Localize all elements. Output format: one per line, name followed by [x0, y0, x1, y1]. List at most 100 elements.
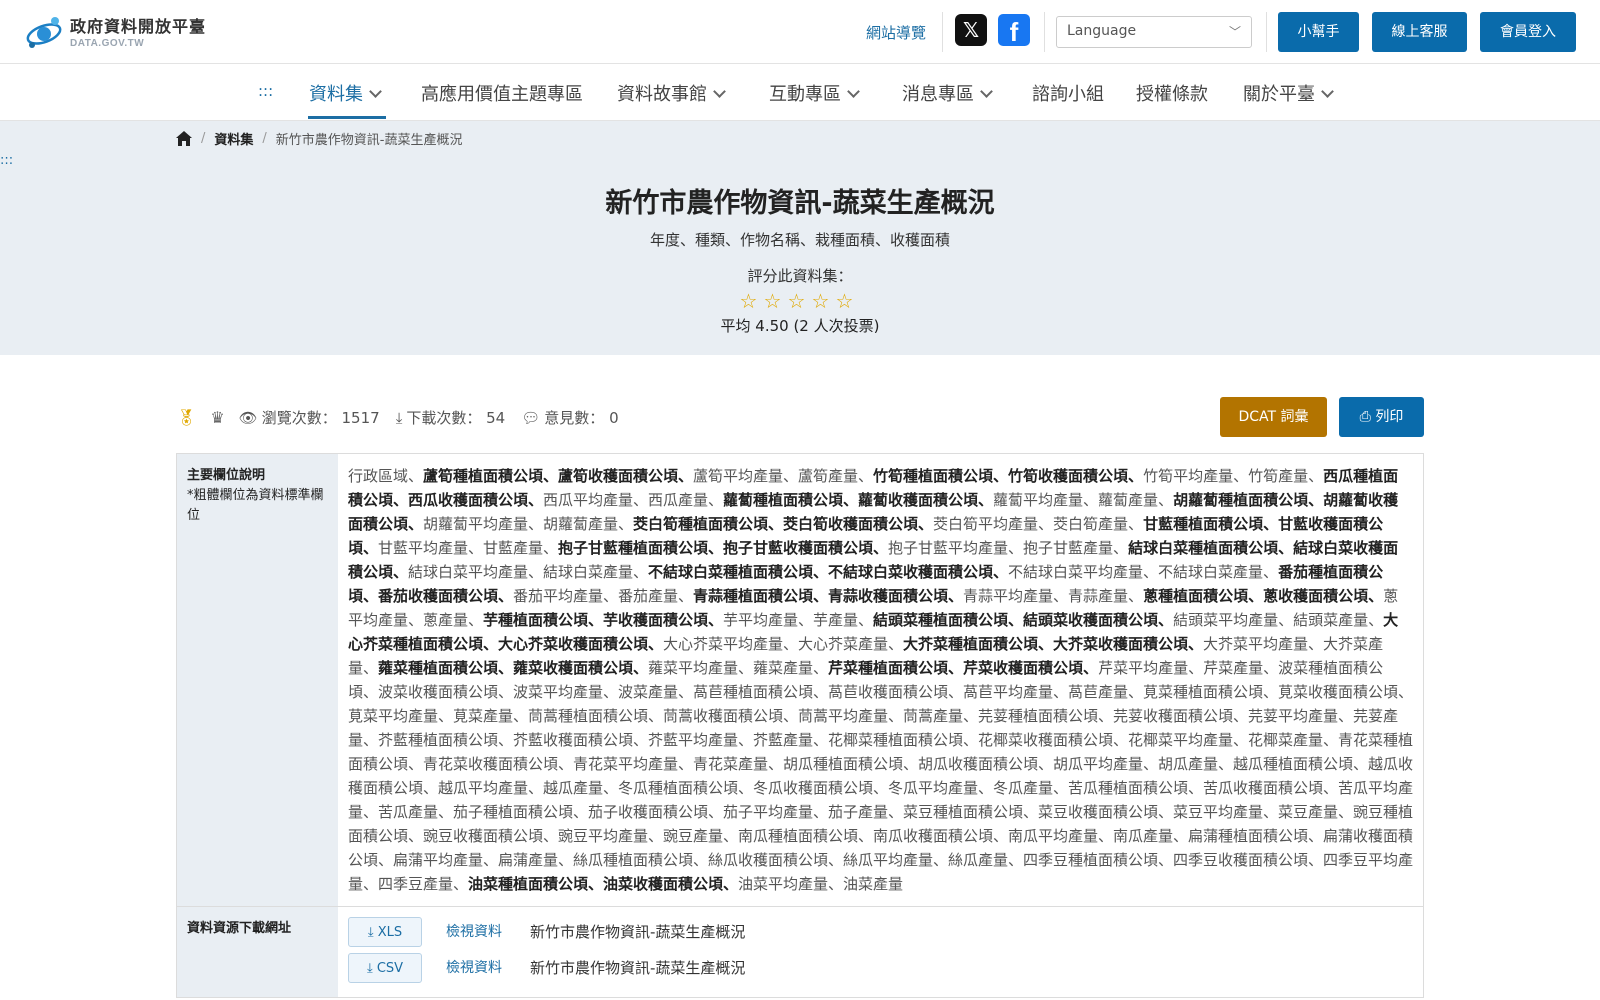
field: 不結球白菜平均產量、不結球白菜產量、 — [1008, 563, 1279, 581]
fields-head-label: 主要欄位說明 — [187, 468, 266, 483]
field: 甘藍平均產量、甘藍產量、 — [378, 539, 559, 557]
x-logo-icon[interactable]: 𝕏 — [955, 14, 987, 46]
star-icon[interactable]: ☆ — [738, 289, 759, 313]
chevron-down-icon — [847, 85, 860, 98]
crown-icon: ♛ — [210, 408, 225, 427]
standard-field: 竹筍種植面積公頃、竹筍收穫面積公頃、 — [873, 467, 1144, 485]
format-label: XLS — [377, 925, 403, 940]
star-icon[interactable]: ☆ — [786, 289, 807, 313]
page-title: 新竹市農作物資訊-蔬菜生產概況 — [605, 188, 995, 219]
nav-skip-anchor[interactable]: ::: — [258, 82, 273, 100]
download-xls-button[interactable]: ⤓ XLS — [348, 917, 422, 947]
chevron-down-icon — [713, 85, 726, 98]
language-select[interactable]: Language ﹀ — [1056, 16, 1252, 48]
field: 芋平均產量、芋產量、 — [723, 611, 874, 629]
main-nav: ::: 資料集 高應用價值主題專區 資料故事館 互動專區 消息專區 諮詢小組 授… — [0, 64, 1600, 121]
helper-button[interactable]: 小幫手 — [1278, 12, 1359, 52]
standard-field: 芹菜種植面積公頃、芹菜收穫面積公頃、 — [828, 659, 1099, 677]
fields-list: 行政區域、蘆筍種植面積公頃、蘆筍收穫面積公頃、蘆筍平均產量、蘆筍產量、竹筍種植面… — [338, 454, 1423, 906]
standard-field: 茭白筍種植面積公頃、茭白筍收穫面積公頃、 — [633, 515, 934, 533]
downloads-count: 54 — [486, 408, 506, 427]
standard-field: 抱子甘藍種植面積公頃、抱子甘藍收穫面積公頃、 — [558, 539, 889, 557]
breadcrumb-separator: / — [262, 131, 267, 146]
comments-count: 0 — [609, 408, 619, 427]
nav-item-about[interactable]: 關於平臺 — [1243, 80, 1334, 106]
field: 抱子甘藍平均產量、抱子甘藍產量、 — [888, 539, 1129, 557]
facebook-icon[interactable]: f — [998, 14, 1030, 46]
standard-field: 蘆筍種植面積公頃、蘆筍收穫面積公頃、 — [423, 467, 694, 485]
nav-label: 高應用價值主題專區 — [421, 84, 583, 105]
nav-label: 授權條款 — [1136, 84, 1208, 105]
online-support-button[interactable]: 線上客服 — [1372, 12, 1467, 52]
table-row: 主要欄位說明 *粗體欄位為資料標準欄位 行政區域、蘆筍種植面積公頃、蘆筍收穫面積… — [177, 454, 1423, 907]
logo-icon — [26, 17, 62, 48]
comments-icon: 💬︎ — [521, 408, 541, 427]
logo-title: 政府資料開放平臺 — [70, 17, 207, 36]
nav-label: 互動專區 — [769, 84, 841, 105]
language-value: Language — [1067, 23, 1137, 39]
dataset-info-table: 主要欄位說明 *粗體欄位為資料標準欄位 行政區域、蘆筍種植面積公頃、蘆筍收穫面積… — [176, 453, 1424, 998]
breadcrumb-datasets[interactable]: 資料集 — [214, 129, 253, 148]
dataset-hero: / 資料集 / 新竹市農作物資訊-蔬菜生產概況 ::: 新竹市農作物資訊-蔬菜生… — [0, 121, 1600, 355]
dcat-button[interactable]: DCAT 詞彙 — [1220, 397, 1327, 437]
chevron-down-icon — [1321, 85, 1334, 98]
field: 茭白筍平均產量、茭白筍產量、 — [933, 515, 1144, 533]
field: 胡蘿蔔平均產量、胡蘿蔔產量、 — [423, 515, 634, 533]
dataset-stats: 🏅︎ ♛ 👁︎ 瀏覽次數： 1517 ⤓ 下載次數： 54 💬︎ 意見數： 0 — [176, 407, 635, 428]
print-button[interactable]: ⎙ 列印 — [1339, 397, 1424, 437]
standard-field: 蔥種植面積公頃、蔥收穫面積公頃、 — [1143, 587, 1384, 605]
nav-item-stories[interactable]: 資料故事館 — [617, 80, 726, 106]
views-stat: 👁︎ 瀏覽次數： 1517 — [239, 407, 380, 428]
view-data-link[interactable]: 檢視資料 — [446, 956, 526, 980]
comments-stat: 💬︎ 意見數： 0 — [521, 407, 618, 428]
site-header: 政府資料開放平臺 DATA.GOV.TW 網站導覽 𝕏 f Language ﹀… — [0, 0, 1600, 64]
star-icon[interactable]: ☆ — [810, 289, 831, 313]
nav-item-datasets[interactable]: 資料集 — [309, 80, 382, 106]
comments-label: 意見數： — [544, 409, 605, 427]
nav-item-advisory[interactable]: 諮詢小組 — [1032, 80, 1104, 106]
standard-field: 大芥菜種植面積公頃、大芥菜收穫面積公頃、 — [903, 635, 1204, 653]
nav-label: 資料集 — [309, 84, 363, 105]
header-divider — [1266, 12, 1267, 52]
eye-icon: 👁︎ — [238, 408, 258, 427]
nav-item-interactive[interactable]: 互動專區 — [769, 80, 860, 106]
download-item: ⤓ CSV 檢視資料 新竹市農作物資訊-蔬菜生產概況 — [348, 951, 1413, 985]
dataset-keywords: 年度、種類、作物名稱、栽種面積、收穫面積 — [649, 231, 950, 249]
views-label: 瀏覽次數： — [261, 409, 337, 427]
resource-name: 新竹市農作物資訊-蔬菜生產概況 — [530, 923, 746, 941]
field: 芹菜平均產量、芹菜產量、波菜種植面積公頃、波菜收穫面積公頃、波菜平均產量、波菜產… — [348, 659, 1414, 893]
nav-item-high-value[interactable]: 高應用價值主題專區 — [421, 80, 583, 106]
field: 蘆筍平均產量、蘆筍產量、 — [693, 467, 874, 485]
breadcrumb-current: 新竹市農作物資訊-蔬菜生產概況 — [275, 133, 463, 148]
member-login-button[interactable]: 會員登入 — [1480, 12, 1576, 52]
star-icon[interactable]: ☆ — [834, 289, 855, 313]
standard-field: 芋種植面積公頃、芋收穫面積公頃、 — [483, 611, 724, 629]
standard-field: 青蒜種植面積公頃、青蒜收穫面積公頃、 — [693, 587, 964, 605]
logo-subtitle: DATA.GOV.TW — [70, 38, 145, 49]
nav-label: 關於平臺 — [1243, 84, 1315, 105]
home-icon[interactable] — [176, 131, 192, 146]
field: 結球白菜平均產量、結球白菜產量、 — [408, 563, 649, 581]
site-logo[interactable]: 政府資料開放平臺 DATA.GOV.TW — [24, 12, 206, 50]
print-label: 列印 — [1375, 409, 1404, 425]
view-data-link[interactable]: 檢視資料 — [446, 920, 526, 944]
format-label: CSV — [376, 961, 404, 976]
field: 青蒜平均產量、青蒜產量、 — [963, 587, 1144, 605]
download-icon: ⤓ — [367, 925, 374, 940]
rating-stars: ☆ ☆ ☆ ☆ ☆ — [738, 289, 858, 313]
nav-item-license[interactable]: 授權條款 — [1136, 80, 1208, 106]
field: 番茄平均產量、番茄產量、 — [513, 587, 694, 605]
breadcrumb: / 資料集 / 新竹市農作物資訊-蔬菜生產概況 — [176, 129, 463, 148]
download-csv-button[interactable]: ⤓ CSV — [348, 953, 422, 983]
nav-item-news[interactable]: 消息專區 — [902, 80, 993, 106]
field: 結頭菜平均產量、結頭菜產量、 — [1173, 611, 1384, 629]
downloads-stat: ⤓ 下載次數： 54 — [396, 407, 506, 428]
chevron-down-icon — [369, 85, 382, 98]
star-icon[interactable]: ☆ — [762, 289, 783, 313]
content-skip-anchor[interactable]: ::: — [0, 153, 13, 168]
header-divider — [1044, 12, 1045, 52]
nav-label: 資料故事館 — [617, 84, 707, 105]
sitemap-link[interactable]: 網站導覽 — [866, 22, 926, 43]
standard-field: 蕹菜種植面積公頃、蕹菜收穫面積公頃、 — [378, 659, 649, 677]
header-divider — [942, 12, 943, 52]
